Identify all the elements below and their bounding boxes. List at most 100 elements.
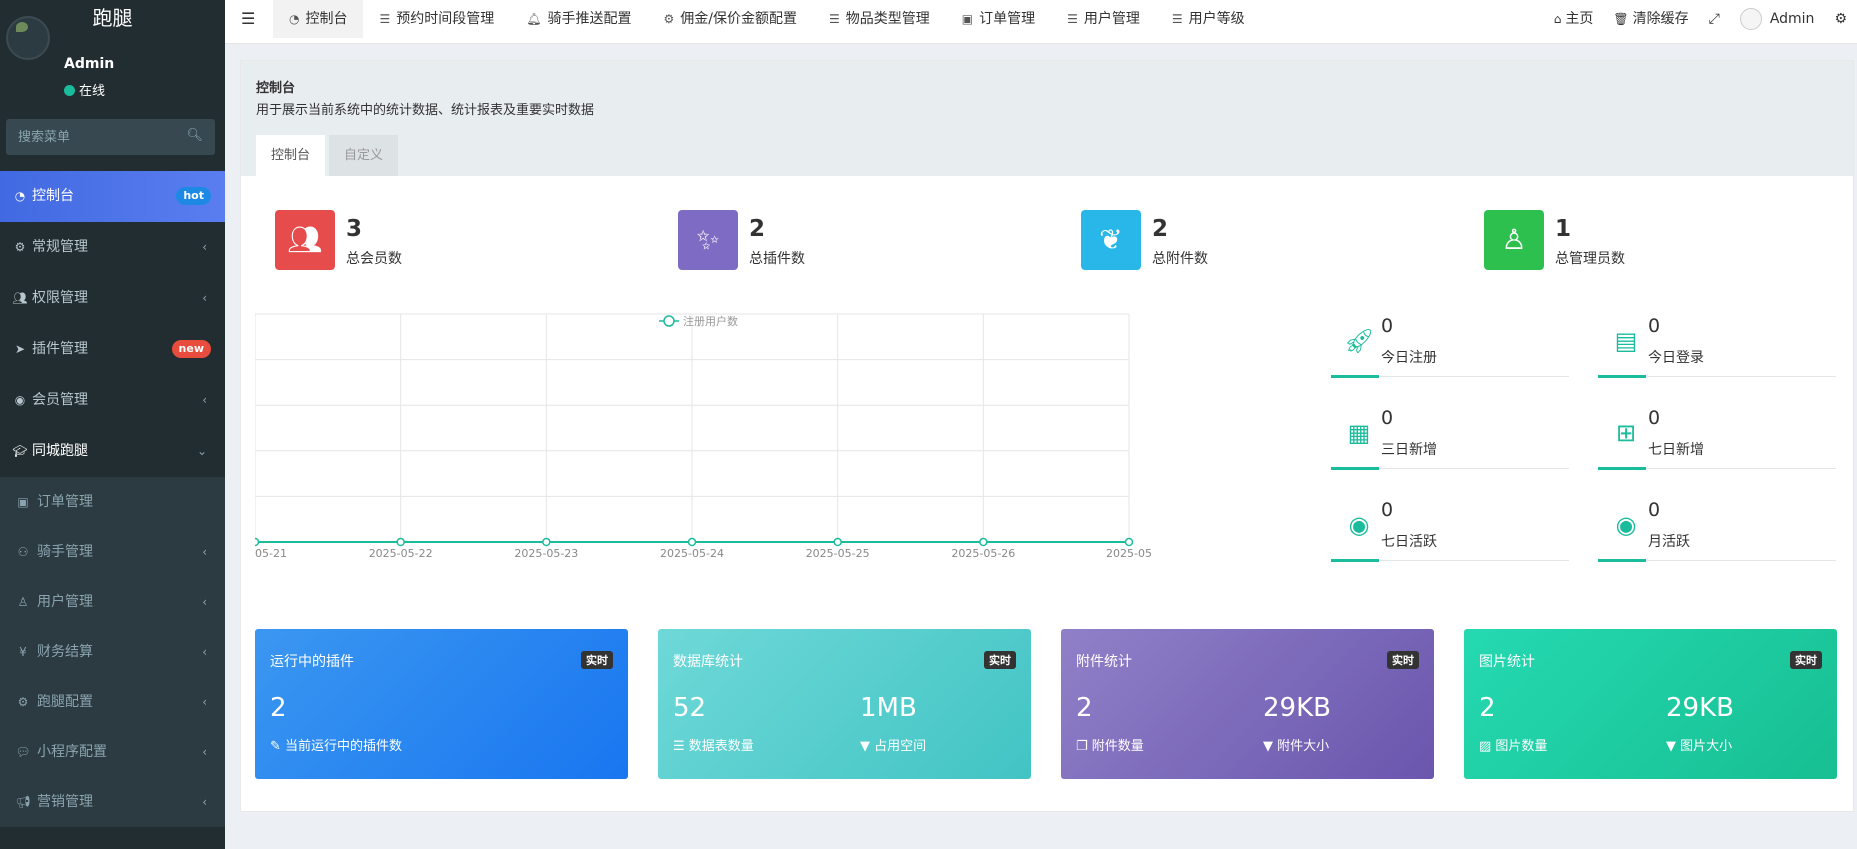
card-title: 图片统计 bbox=[1479, 654, 1535, 670]
stat-label: 总插件数 bbox=[749, 251, 805, 267]
mini-stat-seven-active: ◉ 0 七日活跃 bbox=[1331, 499, 1569, 575]
sidebar-item-orders[interactable]: ▣ 订单管理 bbox=[0, 477, 225, 527]
user-menu[interactable]: Admin bbox=[1730, 0, 1825, 38]
card-title: 数据库统计 bbox=[673, 654, 743, 670]
calendar-icon: ▦ bbox=[1347, 419, 1371, 447]
sidebar-item-riders[interactable]: ⚇ 骑手管理 ‹ bbox=[0, 527, 225, 577]
mini-stat-label: 七日新增 bbox=[1648, 442, 1704, 458]
user-name: Admin bbox=[64, 56, 115, 72]
realtime-badge: 实时 bbox=[1387, 651, 1419, 669]
card-label: ▼ 附件大小 bbox=[1263, 735, 1329, 754]
list-icon: ☰ bbox=[828, 12, 840, 26]
list-icon: ☰ bbox=[1171, 12, 1183, 26]
tab-custom[interactable]: 自定义 bbox=[329, 135, 399, 176]
tab-console[interactable]: 控制台 bbox=[256, 135, 326, 176]
stat-value: 3 bbox=[346, 216, 363, 242]
online-dot-icon bbox=[64, 85, 75, 96]
sidebar-item-dashboard[interactable]: ◔ 控制台 hot bbox=[0, 171, 225, 222]
sidebar-item-label: 小程序配置 bbox=[37, 744, 107, 760]
user-circle-icon: ◉ bbox=[1615, 511, 1637, 539]
tab-label: 预约时间段管理 bbox=[396, 11, 495, 27]
user-status: 在线 bbox=[64, 80, 105, 99]
chevron-down-icon: ⌄ bbox=[196, 444, 207, 458]
sidebar-item-errand[interactable]: 🎓︎ 同城跑腿 ⌄ bbox=[0, 426, 225, 477]
card-label-text: 附件大小 bbox=[1277, 739, 1330, 754]
card-database: 数据库统计 实时 52 ☰ 数据表数量 1MB ▼ 占用空间 bbox=[658, 629, 1031, 779]
data-point bbox=[687, 537, 697, 547]
home-link[interactable]: ⌂ 主页 bbox=[1544, 0, 1604, 38]
x-tick-label: 2025-05 bbox=[1106, 547, 1152, 560]
data-point bbox=[255, 537, 260, 547]
sidebar-item-members[interactable]: ◉ 会员管理 ‹ bbox=[0, 375, 225, 426]
sidebar-item-label: 营销管理 bbox=[37, 794, 93, 810]
tab-commission[interactable]: ⚙ 佣金/保价金额配置 bbox=[647, 0, 812, 38]
card-label-text: 图片数量 bbox=[1495, 739, 1548, 754]
tab-item-types[interactable]: ☰ 物品类型管理 bbox=[813, 0, 946, 38]
rocket-icon: ➤ bbox=[14, 342, 26, 356]
tab-orders[interactable]: ▣ 订单管理 bbox=[946, 0, 1051, 38]
divider bbox=[1598, 467, 1836, 470]
search-icon[interactable]: 🔍︎ bbox=[186, 128, 203, 143]
sidebar-item-plugins[interactable]: ➤ 插件管理 new bbox=[0, 324, 225, 375]
chevron-left-icon: ‹ bbox=[202, 745, 207, 759]
data-point bbox=[979, 537, 988, 547]
chevron-left-icon: ‹ bbox=[202, 695, 207, 709]
tab-label: 控制台 bbox=[305, 11, 348, 27]
tab-users[interactable]: ☰ 用户管理 bbox=[1051, 0, 1156, 38]
sidebar-item-general[interactable]: ⚙ 常规管理 ‹ bbox=[0, 222, 225, 273]
stat-label: 总会员数 bbox=[346, 251, 402, 267]
stat-value: 2 bbox=[749, 216, 766, 242]
dashboard-icon: ◔ bbox=[14, 189, 26, 203]
mini-stat-value: 0 bbox=[1381, 407, 1394, 429]
clear-cache-label: 清除缓存 bbox=[1632, 11, 1689, 27]
tab-time-slots[interactable]: ☰ 预约时间段管理 bbox=[363, 0, 510, 38]
registration-line-chart: 05-21 2025-05-22 2025-05-23 2025-05-24 2025-… bbox=[255, 313, 1152, 560]
settings-icon[interactable]: ⚙ bbox=[1824, 0, 1857, 38]
leaf-icon: ❦ bbox=[1081, 210, 1141, 270]
list-alt-icon: ▣ bbox=[17, 495, 29, 509]
motorcycle-icon: ⚇ bbox=[17, 545, 29, 559]
fullscreen-icon[interactable]: ⤢ bbox=[1699, 0, 1730, 38]
card-label-text: 数据表数量 bbox=[688, 739, 754, 754]
menu-search-input[interactable] bbox=[6, 119, 215, 155]
realtime-badge: 实时 bbox=[581, 651, 613, 669]
divider bbox=[1598, 375, 1836, 378]
sidebar-item-users[interactable]: ♙ 用户管理 ‹ bbox=[0, 577, 225, 627]
x-tick-label: 2025-05-26 bbox=[951, 547, 1015, 560]
tab-dashboard[interactable]: ◔ 控制台 bbox=[273, 0, 364, 38]
chevron-left-icon: ‹ bbox=[202, 393, 207, 407]
sidebar-item-marketing[interactable]: 📢︎ 营销管理 ‹ bbox=[0, 777, 225, 827]
tab-user-levels[interactable]: ☰ 用户等级 bbox=[1156, 0, 1261, 38]
sidebar: 跑腿 Admin 在线 🔍︎ ◔控制台 hot ⚙常规管理 ‹ 👥︎权限管理 ‹… bbox=[0, 0, 225, 849]
sidebar-item-auth[interactable]: 👥︎ 权限管理 ‹ bbox=[0, 273, 225, 324]
card-label-text: 当前运行中的插件数 bbox=[285, 739, 403, 754]
cogs-icon: ⚙ bbox=[17, 695, 29, 709]
page-description: 用于展示当前系统中的统计数据、统计报表及重要实时数据 bbox=[256, 103, 595, 118]
divider bbox=[1598, 559, 1836, 562]
stat-value: 2 bbox=[1152, 216, 1169, 242]
errand-submenu: ▣ 订单管理 ⚇ 骑手管理 ‹ ♙ 用户管理 ‹ ¥ 财务结算 ‹ ⚙ 跑腿配置 ‹ 💬︎… bbox=[0, 477, 225, 827]
x-tick-label: 2025-05-23 bbox=[514, 547, 578, 560]
card-value: 29KB bbox=[1666, 693, 1734, 723]
tab-label: 用户管理 bbox=[1083, 11, 1140, 27]
data-point bbox=[396, 537, 405, 547]
sidebar-item-errand-config[interactable]: ⚙ 跑腿配置 ‹ bbox=[0, 677, 225, 727]
sidebar-item-label: 同城跑腿 bbox=[32, 443, 88, 459]
bullhorn-icon: 📢︎ bbox=[15, 795, 31, 809]
clear-cache-button[interactable]: 🗑︎ 清除缓存 bbox=[1603, 0, 1698, 38]
mini-stat-label: 今日注册 bbox=[1381, 350, 1437, 366]
tab-rider-push[interactable]: 🔔︎ 骑手推送配置 bbox=[510, 0, 647, 38]
home-icon: ⌂ bbox=[1553, 12, 1562, 26]
card-value: 2 bbox=[1076, 693, 1093, 723]
hot-badge: hot bbox=[176, 187, 211, 205]
card-title: 运行中的插件 bbox=[270, 654, 354, 670]
menu-toggle-icon[interactable]: ☰ bbox=[241, 0, 255, 38]
card-label-text: 占用空间 bbox=[874, 739, 927, 754]
card-label: ❐ 附件数量 bbox=[1076, 735, 1144, 754]
card-label: ▨ 图片数量 bbox=[1479, 735, 1547, 754]
sidebar-item-finance[interactable]: ¥ 财务结算 ‹ bbox=[0, 627, 225, 677]
top-navbar: ☰ ◔ 控制台 ☰ 预约时间段管理 🔔︎ 骑手推送配置 ⚙ 佣金/保价金额配置 ☰ 物品类… bbox=[225, 0, 1857, 44]
gear-icon: ⚙ bbox=[663, 12, 675, 26]
realtime-badge: 实时 bbox=[1790, 651, 1822, 669]
sidebar-item-miniprogram[interactable]: 💬︎ 小程序配置 ‹ bbox=[0, 727, 225, 777]
